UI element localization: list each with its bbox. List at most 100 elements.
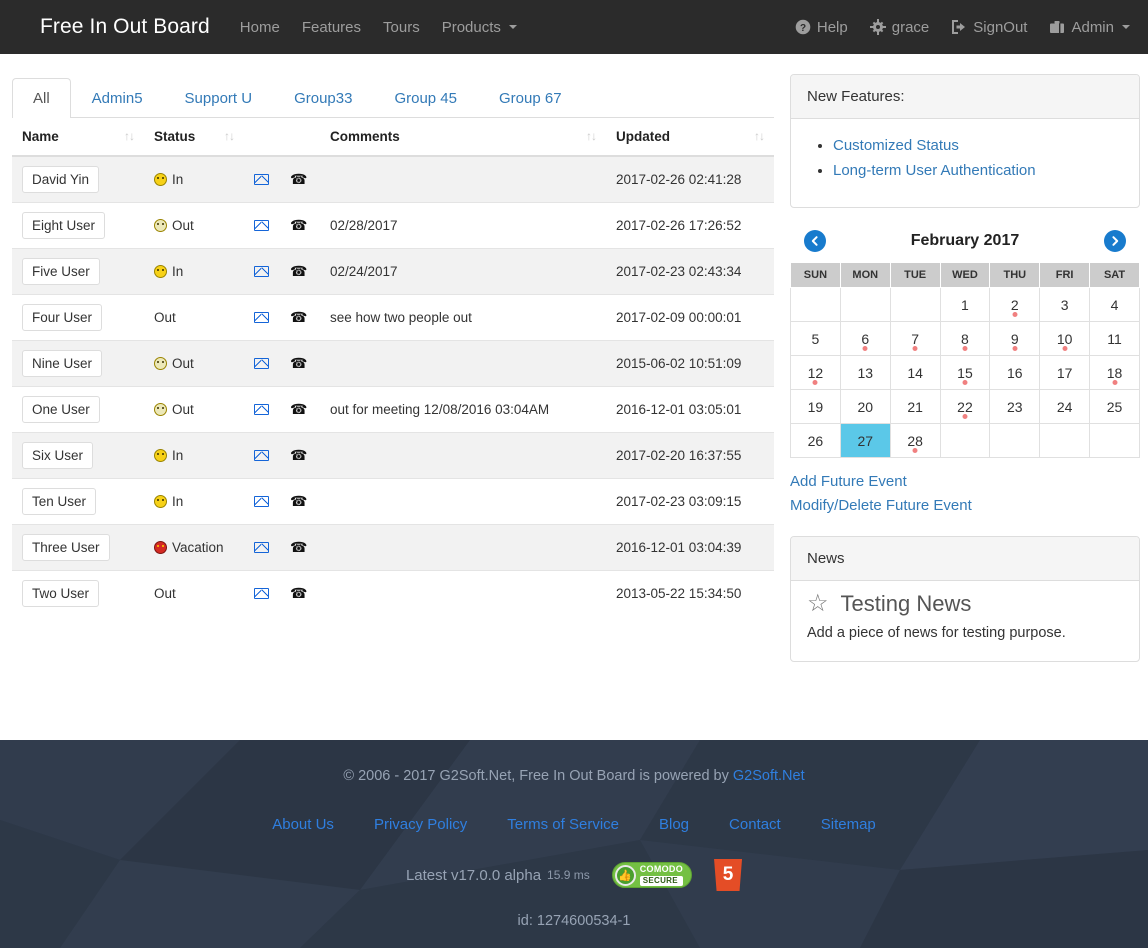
footer-link-about-us[interactable]: About Us <box>272 816 334 833</box>
cell-email[interactable] <box>244 248 280 295</box>
calendar-day-26[interactable]: 26 <box>790 423 841 458</box>
calendar-day-28[interactable]: 28 <box>889 423 941 458</box>
comodo-secure-badge[interactable]: 👍 COMODO SECURE <box>611 862 693 888</box>
footer-link-contact[interactable]: Contact <box>729 816 781 833</box>
envelope-icon[interactable] <box>254 312 269 323</box>
sort-icon[interactable]: ↑↓ <box>124 129 135 143</box>
nav-item-account[interactable]: grace <box>869 19 929 36</box>
calendar-day-7[interactable]: 7 <box>889 321 941 356</box>
user-name-button[interactable]: One User <box>22 396 100 423</box>
user-name-button[interactable]: Four User <box>22 304 103 331</box>
calendar-day-16[interactable]: 16 <box>989 355 1041 390</box>
user-name-button[interactable]: Nine User <box>22 350 103 377</box>
modify-delete-future-event-link[interactable]: Modify/Delete Future Event <box>790 494 1140 518</box>
user-name-button[interactable]: Five User <box>22 258 100 285</box>
user-name-button[interactable]: Two User <box>22 580 100 608</box>
cell-phone[interactable]: ☎ <box>280 386 320 433</box>
cell-email[interactable] <box>244 570 280 617</box>
cell-email[interactable] <box>244 155 280 203</box>
phone-icon[interactable]: ☎ <box>290 309 307 325</box>
calendar-day-14[interactable]: 14 <box>889 355 941 390</box>
cell-email[interactable] <box>244 340 280 387</box>
calendar-day-1[interactable]: 1 <box>939 287 991 322</box>
calendar-day-2[interactable]: 2 <box>989 287 1041 322</box>
user-name-button[interactable]: Ten User <box>22 488 97 515</box>
nav-item-tours[interactable]: Tours <box>383 19 420 36</box>
calendar-day-22[interactable]: 22 <box>939 389 991 424</box>
cell-phone[interactable]: ☎ <box>280 524 320 571</box>
cell-phone[interactable]: ☎ <box>280 570 320 617</box>
nav-item-admin[interactable]: Admin <box>1049 19 1130 36</box>
cell-phone[interactable]: ☎ <box>280 248 320 295</box>
sort-icon[interactable]: ↑↓ <box>224 129 235 143</box>
envelope-icon[interactable] <box>254 496 269 507</box>
calendar-day-4[interactable]: 4 <box>1089 287 1140 322</box>
calendar-day-23[interactable]: 23 <box>989 389 1041 424</box>
tab-group-67[interactable]: Group 67 <box>478 78 583 118</box>
brand-title[interactable]: Free In Out Board <box>40 15 210 39</box>
footer-link-privacy-policy[interactable]: Privacy Policy <box>374 816 467 833</box>
feature-link-customized-status[interactable]: Customized Status <box>833 137 959 154</box>
cell-email[interactable] <box>244 294 280 341</box>
envelope-icon[interactable] <box>254 450 269 461</box>
nav-item-products[interactable]: Products <box>442 19 517 36</box>
calendar-day-15[interactable]: 15 <box>939 355 991 390</box>
envelope-icon[interactable] <box>254 174 269 185</box>
calendar-day-17[interactable]: 17 <box>1039 355 1091 390</box>
tab-group-45[interactable]: Group 45 <box>373 78 478 118</box>
user-name-button[interactable]: Eight User <box>22 212 106 239</box>
nav-item-signout[interactable]: SignOut <box>951 19 1027 36</box>
cell-email[interactable] <box>244 478 280 525</box>
calendar-day-11[interactable]: 11 <box>1089 321 1140 356</box>
tab-support-u[interactable]: Support U <box>164 78 274 118</box>
tab-group33[interactable]: Group33 <box>273 78 373 118</box>
column-header-name[interactable]: Name ↑↓ <box>12 118 144 157</box>
calendar-day-25[interactable]: 25 <box>1089 389 1140 424</box>
add-future-event-link[interactable]: Add Future Event <box>790 470 1140 494</box>
footer-link-terms-of-service[interactable]: Terms of Service <box>507 816 619 833</box>
calendar-day-20[interactable]: 20 <box>839 389 891 424</box>
column-header-comments[interactable]: Comments ↑↓ <box>320 118 606 157</box>
cell-phone[interactable]: ☎ <box>280 478 320 525</box>
phone-icon[interactable]: ☎ <box>290 493 307 509</box>
feature-link-long-term-auth[interactable]: Long-term User Authentication <box>833 162 1036 179</box>
tab-all[interactable]: All <box>12 78 71 118</box>
calendar-day-19[interactable]: 19 <box>790 389 841 424</box>
cell-email[interactable] <box>244 202 280 249</box>
g2soft-link[interactable]: G2Soft.Net <box>733 768 805 784</box>
sort-icon[interactable]: ↑↓ <box>586 129 597 143</box>
calendar-day-24[interactable]: 24 <box>1039 389 1091 424</box>
calendar-day-10[interactable]: 10 <box>1039 321 1091 356</box>
calendar-day-21[interactable]: 21 <box>889 389 941 424</box>
cell-phone[interactable]: ☎ <box>280 202 320 249</box>
cell-phone[interactable]: ☎ <box>280 432 320 479</box>
phone-icon[interactable]: ☎ <box>290 447 307 463</box>
cell-email[interactable] <box>244 386 280 433</box>
calendar-day-27[interactable]: 27 <box>839 423 891 458</box>
envelope-icon[interactable] <box>254 404 269 415</box>
cell-phone[interactable]: ☎ <box>280 340 320 387</box>
footer-link-blog[interactable]: Blog <box>659 816 689 833</box>
envelope-icon[interactable] <box>254 588 269 600</box>
phone-icon[interactable]: ☎ <box>290 217 307 233</box>
sort-icon[interactable]: ↑↓ <box>754 129 765 143</box>
envelope-icon[interactable] <box>254 358 269 369</box>
nav-item-home[interactable]: Home <box>240 19 280 36</box>
envelope-icon[interactable] <box>254 266 269 277</box>
phone-icon[interactable]: ☎ <box>290 355 307 371</box>
calendar-day-8[interactable]: 8 <box>939 321 991 356</box>
footer-link-sitemap[interactable]: Sitemap <box>821 816 876 833</box>
envelope-icon[interactable] <box>254 220 269 231</box>
calendar-day-5[interactable]: 5 <box>790 321 841 356</box>
cell-email[interactable] <box>244 524 280 571</box>
calendar-day-3[interactable]: 3 <box>1039 287 1091 322</box>
envelope-icon[interactable] <box>254 542 269 553</box>
column-header-status[interactable]: Status ↑↓ <box>144 118 244 157</box>
user-name-button[interactable]: Three User <box>22 534 110 561</box>
calendar-day-13[interactable]: 13 <box>839 355 891 390</box>
user-name-button[interactable]: David Yin <box>22 166 100 193</box>
phone-icon[interactable]: ☎ <box>290 171 307 187</box>
phone-icon[interactable]: ☎ <box>290 401 307 417</box>
cell-phone[interactable]: ☎ <box>280 294 320 341</box>
cell-email[interactable] <box>244 432 280 479</box>
